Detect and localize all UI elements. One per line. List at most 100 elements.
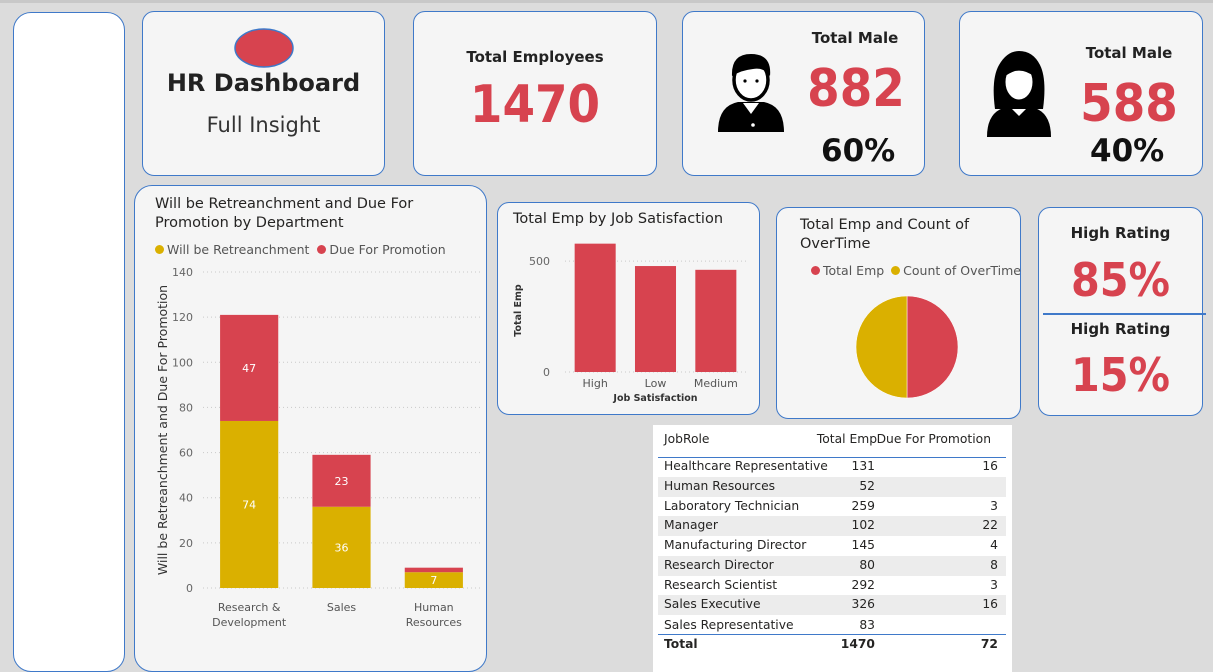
header-due-for-promotion[interactable]: Due For Promotion bbox=[877, 432, 991, 446]
total-emp-sum: 1470 bbox=[840, 637, 875, 651]
cell-jobrole: Manufacturing Director bbox=[664, 538, 807, 552]
legend-item-total-emp: Total Emp bbox=[811, 263, 884, 278]
cell-jobrole: Human Resources bbox=[664, 479, 776, 493]
header-total-emp[interactable]: Total Emp bbox=[817, 432, 877, 446]
dashboard-subtitle: Full Insight bbox=[206, 113, 321, 137]
side-panel bbox=[13, 12, 125, 672]
y-axis-title: Total Emp bbox=[513, 284, 524, 337]
total-promotion-sum: 72 bbox=[980, 637, 998, 651]
legend-item-promotion: Due For Promotion bbox=[317, 242, 446, 257]
cell-due-for-promotion: 22 bbox=[982, 518, 998, 532]
female-percent: 40% bbox=[1090, 133, 1165, 169]
low-rating-value: 15% bbox=[1070, 348, 1171, 402]
x-tick-label: Research & Development bbox=[212, 601, 287, 629]
cell-total-emp: 131 bbox=[851, 459, 875, 473]
y-tick-label: 120 bbox=[172, 311, 193, 324]
x-axis-title: Job Satisfaction bbox=[612, 393, 697, 404]
cell-jobrole: Sales Representative bbox=[664, 618, 794, 632]
legend-dot-gold bbox=[155, 245, 164, 254]
high-rating-value: 85% bbox=[1070, 253, 1171, 307]
table-row: Sales Representative 83 bbox=[658, 616, 1006, 636]
job-satisfaction-chart-card: Total Emp by Job Satisfaction 0 500 Total … bbox=[497, 202, 760, 415]
table-row: Research Director 80 8 bbox=[658, 556, 1006, 576]
cell-due-for-promotion: 16 bbox=[982, 597, 998, 611]
overtime-chart-title: Total Emp and Count of OverTime bbox=[800, 217, 970, 252]
y-tick-label: 500 bbox=[529, 255, 550, 268]
cell-due-for-promotion: 8 bbox=[990, 558, 998, 572]
top-strip bbox=[0, 0, 1213, 3]
department-chart-title: Will be Retreanchment and Due For Promot… bbox=[155, 196, 414, 231]
total-employees-value: 1470 bbox=[469, 75, 601, 135]
cell-jobrole: Healthcare Representative bbox=[664, 459, 828, 473]
cell-jobrole: Laboratory Technician bbox=[664, 499, 800, 513]
legend-dot-gold bbox=[891, 266, 901, 275]
y-tick-label: 20 bbox=[179, 537, 193, 550]
legend-item-overtime: Count of OverTime bbox=[891, 263, 1021, 278]
x-tick-label: High bbox=[583, 377, 608, 390]
x-tick-label: Low bbox=[645, 377, 667, 390]
bar bbox=[574, 243, 616, 372]
x-tick-label: Medium bbox=[694, 377, 738, 390]
legend-item-retrenchment: Will be Retreanchment bbox=[155, 242, 309, 257]
pie-slice bbox=[906, 295, 959, 399]
cell-due-for-promotion: 3 bbox=[990, 578, 998, 592]
legend-dot-red bbox=[811, 266, 820, 275]
high-rating-label: High Rating bbox=[1070, 224, 1171, 242]
pie-slice bbox=[855, 295, 908, 399]
y-tick-label: 60 bbox=[179, 447, 193, 460]
bar-data-label: 47 bbox=[242, 362, 256, 375]
cell-due-for-promotion: 4 bbox=[990, 538, 998, 552]
job-satisfaction-bar-chart: 0 500 Total Emp High Low Medium Job Satisfacti… bbox=[513, 243, 746, 404]
legend-label-promotion: Due For Promotion bbox=[329, 242, 446, 257]
y-axis-title: Will be Retreanchment and Due For Promot… bbox=[155, 285, 170, 575]
bar-data-label: 7 bbox=[430, 574, 437, 587]
low-rating-label: High Rating bbox=[1070, 320, 1171, 338]
cell-jobrole: Sales Executive bbox=[664, 597, 761, 611]
y-tick-label: 0 bbox=[186, 582, 193, 595]
female-value: 588 bbox=[1080, 74, 1178, 134]
cell-total-emp: 292 bbox=[851, 578, 875, 592]
legend-label-total-emp: Total Emp bbox=[823, 263, 885, 278]
legend-label-retrenchment: Will be Retreanchment bbox=[167, 242, 310, 257]
table-row: Healthcare Representative 131 16 bbox=[658, 457, 1006, 477]
cell-jobrole: Research Scientist bbox=[664, 578, 778, 592]
table-row: Research Scientist 292 3 bbox=[658, 576, 1006, 596]
dashboard-title: HR Dashboard bbox=[166, 69, 361, 97]
female-card: Total Male 588 40% bbox=[959, 11, 1203, 176]
red-oval-logo-icon bbox=[234, 28, 294, 68]
cell-due-for-promotion: 16 bbox=[982, 459, 998, 473]
department-chart-card: Will be Retreanchment and Due For Promot… bbox=[134, 185, 487, 672]
male-value: 882 bbox=[807, 59, 905, 119]
cell-jobrole: Manager bbox=[664, 518, 718, 532]
cell-jobrole: Research Director bbox=[664, 558, 774, 572]
y-tick-label: 140 bbox=[172, 266, 193, 279]
bar-data-label: 36 bbox=[335, 541, 349, 554]
x-tick-label: Sales bbox=[327, 601, 357, 614]
legend-label-overtime: Count of OverTime bbox=[903, 263, 1021, 278]
table-row: Human Resources 52 bbox=[658, 477, 1006, 497]
y-tick-label: 100 bbox=[172, 356, 193, 369]
table-row: Manager 102 22 bbox=[658, 516, 1006, 536]
x-tick-label: Human Resources bbox=[406, 601, 462, 629]
table-row: Laboratory Technician 259 3 bbox=[658, 497, 1006, 517]
total-employees-label: Total Employees bbox=[466, 48, 604, 66]
male-percent: 60% bbox=[821, 133, 896, 169]
y-tick-label: 40 bbox=[179, 492, 193, 505]
cell-total-emp: 80 bbox=[859, 558, 875, 572]
bar bbox=[634, 266, 677, 372]
cell-total-emp: 259 bbox=[851, 499, 875, 513]
cell-total-emp: 52 bbox=[859, 479, 875, 493]
job-satisfaction-chart-title: Total Emp by Job Satisfaction bbox=[513, 211, 724, 227]
table-header: JobRole Total Emp Due For Promotion bbox=[658, 430, 1006, 450]
bar bbox=[695, 269, 737, 372]
male-label: Total Male bbox=[811, 29, 899, 47]
bar-data-label: 74 bbox=[242, 498, 256, 511]
male-card: Total Male 882 60% bbox=[682, 11, 925, 176]
header-jobrole[interactable]: JobRole bbox=[664, 432, 709, 446]
cell-due-for-promotion: 3 bbox=[990, 499, 998, 513]
bar-data-label: 23 bbox=[335, 475, 349, 488]
total-employees-card: Total Employees 1470 bbox=[413, 11, 657, 176]
rating-card: High Rating 85% High Rating 15% bbox=[1038, 207, 1206, 416]
table-row: Sales Executive 326 16 bbox=[658, 595, 1006, 615]
bar-segment bbox=[404, 567, 463, 573]
